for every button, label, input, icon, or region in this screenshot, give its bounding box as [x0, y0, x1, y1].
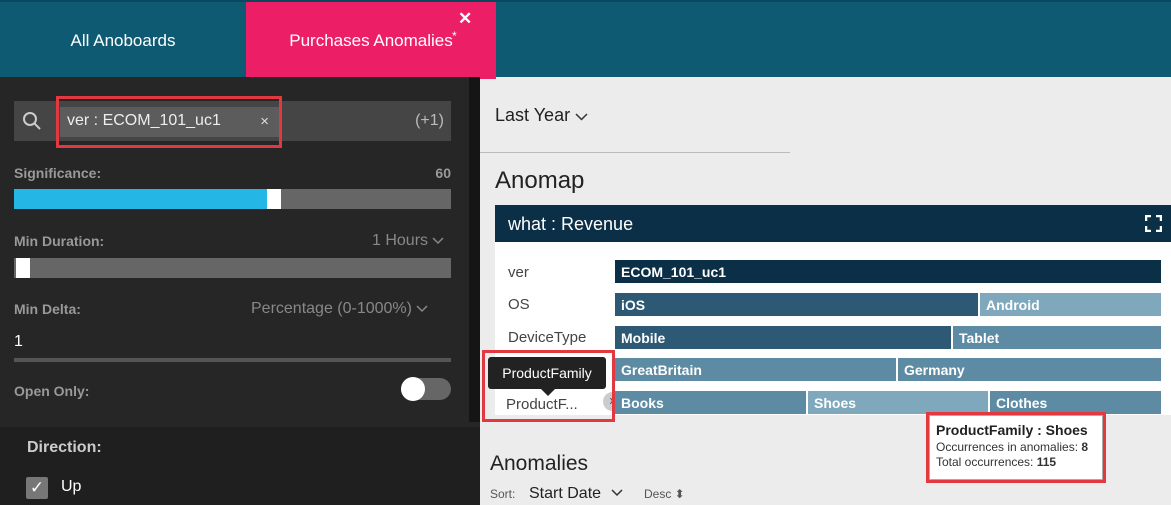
tab-label: Purchases Anomalies — [289, 30, 453, 50]
anomalies-title: Anomalies — [490, 452, 589, 475]
segment-tablet[interactable]: Tablet — [953, 326, 1161, 349]
tab-all-anoboards[interactable]: All Anoboards — [0, 2, 246, 79]
direction-label: Direction: — [27, 439, 102, 456]
filter-search-bar[interactable]: ver : ECOM_101_uc1 × (+1) — [14, 101, 451, 141]
tab-bar: All Anoboards Purchases Anomalies * ✕ — [0, 0, 1171, 79]
row-label-os: OS — [508, 296, 530, 313]
slider-handle[interactable] — [16, 258, 30, 278]
segment-shoes[interactable]: Shoes — [808, 391, 988, 414]
segment-mobile[interactable]: Mobile — [615, 326, 951, 349]
chip-remove-icon[interactable]: × — [260, 113, 269, 130]
period-select[interactable]: Last Year — [495, 105, 588, 126]
min-delta-input[interactable]: 1 — [14, 333, 23, 351]
segment-books[interactable]: Books — [615, 391, 806, 414]
segment-ios[interactable]: iOS — [615, 293, 978, 316]
min-duration-value: 1 Hours — [372, 232, 429, 249]
app-root: All Anoboards Purchases Anomalies * ✕ ve… — [0, 0, 1171, 505]
slider-fill — [14, 189, 267, 209]
popup-title: ProductFamily : Shoes — [936, 422, 1088, 438]
period-value: Last Year — [495, 105, 571, 125]
input-underline — [14, 358, 451, 362]
up-checkbox[interactable]: ✓ — [26, 477, 48, 499]
unsaved-marker: * — [452, 29, 457, 43]
sort-label: Sort: — [490, 487, 516, 501]
filter-sidebar: ver : ECOM_101_uc1 × (+1) Significance: 6… — [0, 77, 480, 505]
segment-ecom-101-uc1[interactable]: ECOM_101_uc1 — [615, 260, 1161, 283]
main-panel: Last Year Anomap what : Revenue ver OS D… — [480, 77, 1171, 505]
chevron-down-icon — [575, 113, 588, 121]
popup-occurrences: Occurrences in anomalies: 8 — [936, 440, 1102, 454]
search-icon[interactable] — [21, 110, 43, 132]
min-delta-unit: Percentage (0-1000%) — [251, 300, 412, 317]
more-filters-count[interactable]: (+1) — [415, 112, 444, 130]
sidebar-scrollbar[interactable] — [469, 77, 480, 422]
row-label-ver: ver — [508, 264, 529, 281]
total-value: 115 — [1036, 455, 1057, 469]
slider-handle[interactable] — [267, 189, 281, 209]
segment-greatbritain[interactable]: GreatBritain — [615, 358, 896, 381]
up-label: Up — [61, 478, 82, 495]
significance-label: Significance: — [14, 165, 102, 181]
sort-select[interactable]: Start Date — [529, 485, 601, 503]
min-delta-unit-select[interactable]: Percentage (0-1000%) — [251, 300, 428, 318]
occ-label: Occurrences in anomalies: — [936, 440, 1079, 454]
period-underline — [480, 152, 790, 153]
significance-value: 60 — [435, 165, 451, 181]
card-title: what : Revenue — [508, 214, 634, 234]
segment-android[interactable]: Android — [980, 293, 1161, 316]
row-label-productfamily: ProductF... — [506, 396, 578, 413]
tooltip-arrow — [541, 389, 555, 396]
total-label: Total occurrences: — [936, 455, 1034, 469]
toggle-knob — [401, 377, 425, 401]
min-duration-select[interactable]: 1 Hours — [372, 232, 445, 250]
significance-slider[interactable] — [14, 189, 451, 209]
anomap-title: Anomap — [495, 167, 585, 194]
sort-order-toggle[interactable]: Desc ⬍ — [644, 487, 685, 501]
row-label-devicetype: DeviceType — [508, 329, 587, 346]
chevron-down-icon[interactable] — [611, 489, 623, 497]
chevron-down-icon — [432, 237, 445, 245]
expand-icon[interactable] — [1145, 215, 1162, 232]
card-header: what : Revenue — [495, 205, 1171, 242]
chevron-down-icon — [416, 305, 428, 313]
row-label-tooltip: ProductFamily — [488, 357, 606, 389]
open-only-toggle[interactable] — [401, 377, 451, 401]
filter-chip-label: ver : ECOM_101_uc1 — [67, 112, 221, 129]
close-tab-icon[interactable]: ✕ — [458, 10, 472, 27]
segment-clothes[interactable]: Clothes — [990, 391, 1161, 414]
segment-germany[interactable]: Germany — [898, 358, 1161, 381]
min-duration-slider[interactable] — [14, 258, 451, 278]
popup-total: Total occurrences: 115 — [936, 455, 1102, 469]
min-duration-label: Min Duration: — [14, 233, 105, 249]
filter-chip[interactable]: ver : ECOM_101_uc1 × — [60, 107, 282, 137]
segment-info-popup: ProductFamily : Shoes Occurrences in ano… — [929, 415, 1103, 480]
open-only-label: Open Only: — [14, 383, 90, 399]
occ-value: 8 — [1081, 440, 1089, 454]
min-delta-label: Min Delta: — [14, 301, 81, 317]
direction-section: Direction: ✓ Up — [0, 427, 480, 505]
tab-label: All Anoboards — [70, 30, 176, 50]
